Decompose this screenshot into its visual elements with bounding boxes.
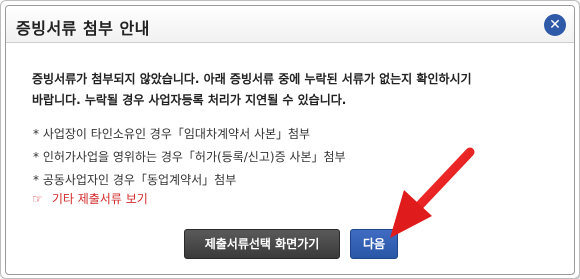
hand-pointer-icon: ☞ (32, 192, 43, 206)
dialog-title: 증빙서류 첨부 안내 (16, 19, 150, 38)
next-button[interactable]: 다음 (350, 229, 398, 259)
select-documents-screen-button[interactable]: 제출서류선택 화면가기 (184, 229, 340, 259)
close-button[interactable]: ✕ (544, 14, 566, 36)
list-item: * 공동사업자인 경우「동업계약서」첨부 (33, 173, 237, 187)
other-documents-link[interactable]: ☞ 기타 제출서류 보기 (32, 190, 148, 207)
other-documents-label: 기타 제출서류 보기 (51, 192, 148, 206)
notice-text: 증빙서류가 첨부되지 않았습니다. 아래 증빙서류 중에 누락된 서류가 없는지… (32, 69, 557, 111)
close-icon: ✕ (549, 17, 561, 33)
required-documents-list: * 사업장이 타인소유인 경우「임대차계약서 사본」첨부 * 인허가사업을 영위… (33, 123, 553, 192)
notice-line-2: 바랍니다. 누락될 경우 사업자등록 처리가 지연될 수 있습니다. (32, 93, 347, 107)
list-item: * 사업장이 타인소유인 경우「임대차계약서 사본」첨부 (33, 127, 311, 141)
list-item: * 인허가사업을 영위하는 경우「허가(등록/신고)증 사본」첨부 (33, 150, 346, 164)
dialog: 증빙서류 첨부 안내 ✕ 증빙서류가 첨부되지 않았습니다. 아래 증빙서류 중… (5, 5, 575, 275)
dialog-content: 증빙서류가 첨부되지 않았습니다. 아래 증빙서류 중에 누락된 서류가 없는지… (6, 43, 574, 274)
notice-line-1: 증빙서류가 첨부되지 않았습니다. 아래 증빙서류 중에 누락된 서류가 없는지… (32, 72, 472, 86)
dialog-titlebar: 증빙서류 첨부 안내 ✕ (6, 6, 574, 43)
window-frame: 증빙서류 첨부 안내 ✕ 증빙서류가 첨부되지 않았습니다. 아래 증빙서류 중… (0, 0, 580, 279)
